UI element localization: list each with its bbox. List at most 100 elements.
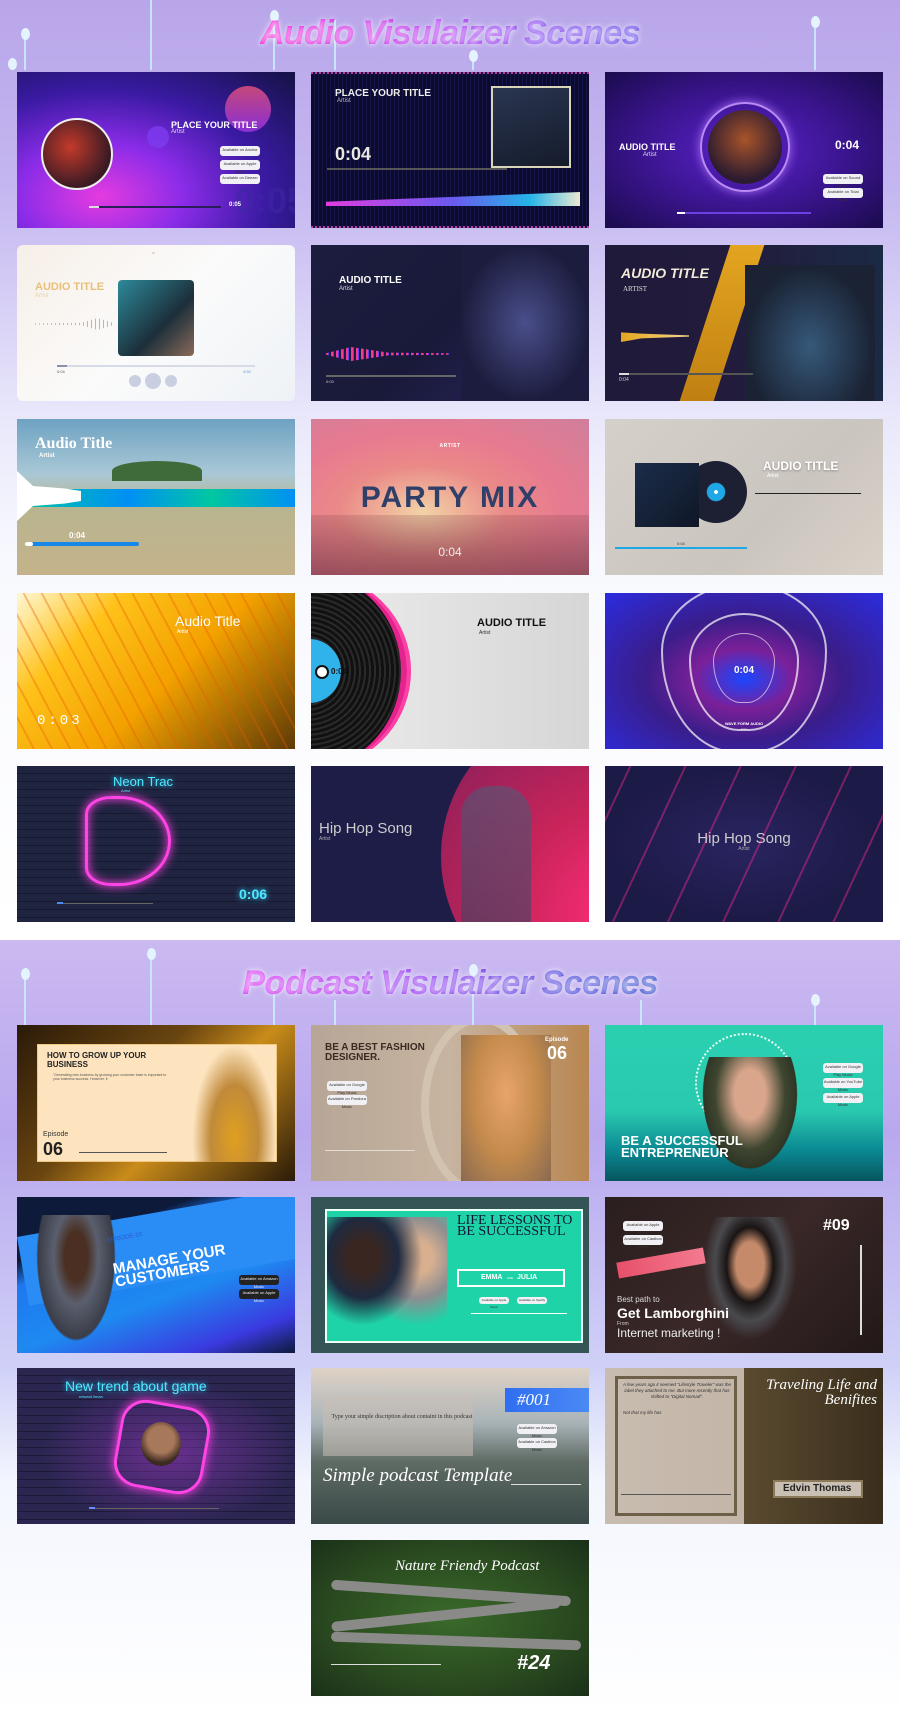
podcast-scene-card-5[interactable]: LIFE LESSONS TO BE SUCCESSFUL EMMA AND J…: [311, 1197, 589, 1353]
scene-host: edward liman: [79, 1394, 103, 1399]
audio-scene-card-12[interactable]: 0:04 WAVE FORM AUDIO Artist: [605, 593, 883, 749]
waveform-line: [511, 1484, 581, 1485]
available-on-amazon-music-badge[interactable]: Available on Amazon Music: [517, 1424, 557, 1438]
episode-number: 06: [43, 1139, 64, 1159]
chevron-down-icon[interactable]: ⌄: [150, 247, 157, 256]
audio-scene-card-10[interactable]: Audio Title Artist 0:03: [17, 593, 295, 749]
episode-number: #24: [517, 1652, 551, 1674]
scene-artist: Artist: [738, 846, 750, 852]
singer-photo: [745, 265, 875, 401]
waveform-line: [331, 1664, 441, 1665]
hosts-photo: [327, 1217, 447, 1353]
audio-scene-card-15[interactable]: Hip Hop Song Artist: [605, 766, 883, 922]
waveform-line: [755, 493, 861, 494]
podcast-scene-card-7[interactable]: New trend about game edward liman: [17, 1368, 295, 1524]
rewind-button[interactable]: [129, 375, 141, 387]
scene-title: Simple podcast Template: [323, 1465, 513, 1486]
scene-title: BE A BEST FASHION DESIGNER.: [325, 1042, 425, 1063]
progress-bar: [677, 212, 811, 214]
progress-bar: [327, 168, 507, 170]
scene-artist: Artist: [479, 630, 491, 636]
scene-description-continued: Not that my life has: [623, 1410, 662, 1415]
available-on-anchor-badge[interactable]: Available on Anchor: [220, 146, 260, 156]
pink-stripe: [616, 1247, 706, 1279]
host-photo: [141, 1422, 181, 1466]
available-on-apple-music-badge[interactable]: Available on Apple Music: [479, 1297, 509, 1309]
audio-scene-card-8[interactable]: ARTIST PARTY MIX 0:04: [311, 419, 589, 575]
pause-button[interactable]: [145, 373, 161, 389]
podcast-scene-card-1[interactable]: HOW TO GROW UP YOUR BUSINESS "Generating…: [17, 1025, 295, 1181]
podcast-scene-card-10[interactable]: Nature Friendy Podcast #24: [311, 1540, 589, 1696]
podcast-scene-card-6[interactable]: Available on Apple Music Available on Ca…: [605, 1197, 883, 1353]
available-on-castbox-badge[interactable]: Available on Castbox Music: [623, 1235, 663, 1249]
podcast-visualizer-section: Podcast Visulaizer Scenes HOW TO GROW UP…: [0, 940, 900, 1714]
audio-scene-card-1[interactable]: 0:05 PLACE YOUR TITLE Artist Available o…: [17, 72, 295, 228]
waveform: [326, 347, 451, 361]
scene-title: AUDIO TITLE: [619, 142, 676, 152]
scene-time: 0:04: [677, 541, 685, 546]
scene-title: AUDIO TITLE: [339, 275, 402, 286]
audio-scene-card-2[interactable]: PLACE YOUR TITLE Artist 0:04: [311, 72, 589, 228]
scene-artist: Artist: [121, 788, 131, 793]
audio-scene-card-3[interactable]: AUDIO TITLE Artist 0:04 Available on Sou…: [605, 72, 883, 228]
podcast-scene-card-9[interactable]: A few years ago it seemed "Lifestyle Tra…: [605, 1368, 883, 1524]
scene-title: LIFE LESSONS TO BE SUCCESSFUL: [457, 1213, 573, 1239]
decorative-circle: [147, 126, 169, 148]
available-on-apple-music-badge[interactable]: Available on Apple Music: [823, 1093, 863, 1107]
artist-photo: [491, 86, 571, 168]
scene-title: AUDIO TITLE: [621, 265, 709, 281]
fast-forward-button[interactable]: [165, 375, 177, 387]
singer-photo: [461, 786, 531, 922]
audio-scene-card-13[interactable]: Neon Trac Artist 0:06: [17, 766, 295, 922]
artist-photo-circle: [41, 118, 113, 190]
scene-title: Nature Friendy Podcast: [395, 1558, 540, 1574]
scene-title: Hip Hop Song: [319, 820, 413, 837]
scene-subtitle-topic: Internet marketing !: [617, 1326, 721, 1340]
audio-scene-card-5[interactable]: AUDIO TITLE Artist 0:03: [311, 245, 589, 401]
progress-bar-fill: [57, 902, 63, 904]
scene-time: 0:05: [229, 202, 242, 208]
available-on-apple-music-badge[interactable]: Available on Apple Music: [220, 160, 260, 174]
available-on-apple-music-badge[interactable]: Available on Apple Music: [623, 1221, 663, 1235]
scene-time: 0:04: [331, 667, 348, 676]
progress-bar-fill: [57, 365, 67, 367]
audio-scene-card-4[interactable]: ⌄ AUDIO TITLE Artist 0:04 4:52: [17, 245, 295, 401]
scene-artist: Artist: [643, 152, 657, 158]
available-on-youtube-music-badge[interactable]: Available on YouTube Music: [823, 1078, 863, 1092]
island: [112, 461, 202, 481]
scene-time: 0:04: [619, 377, 629, 383]
available-on-deezer-badge[interactable]: Available on Deezer: [220, 174, 260, 184]
scene-time: 0:06: [239, 886, 268, 902]
available-on-soundcloud-badge[interactable]: Available on Sound Cloud: [823, 174, 863, 188]
scene-artist: Artist: [177, 629, 189, 635]
waveform: [35, 318, 113, 330]
audio-scene-card-14[interactable]: Hip Hop Song Artist: [311, 766, 589, 922]
scene-title: WAVE FORM AUDIO: [724, 721, 764, 726]
available-on-pandora-badge[interactable]: Available on Pandora Music: [327, 1095, 367, 1109]
audio-scene-card-9[interactable]: AUDIO TITLE Artist 0:04: [605, 419, 883, 575]
available-on-google-play-badge[interactable]: Available on Google Play Music: [823, 1063, 863, 1077]
artist-photo-circle: [708, 110, 782, 184]
audio-scene-card-11[interactable]: 0:04 AUDIO TITLE Artist: [311, 593, 589, 749]
scene-subtitle: Best path to: [617, 1295, 660, 1304]
podcast-scene-card-8[interactable]: Type your simple discription about conta…: [311, 1368, 589, 1524]
progress-bar: [89, 1508, 219, 1509]
progress-bar: [57, 365, 255, 367]
audio-scene-card-6[interactable]: AUDIO TITLE ARTIST 0:04: [605, 245, 883, 401]
scene-artist: Artist: [171, 129, 185, 135]
vinyl-hole: [315, 665, 329, 679]
scene-time: 0:04: [438, 545, 462, 559]
available-on-spotify-badge[interactable]: Available on Spotify: [517, 1297, 547, 1304]
waveform-line: [471, 1313, 567, 1314]
podcast-scene-card-4[interactable]: EPISODE-10 MANAGE YOUR CUSTOMERS Availab…: [17, 1197, 295, 1353]
podcast-scene-card-2[interactable]: BE A BEST FASHION DESIGNER. Available on…: [311, 1025, 589, 1181]
audio-scene-card-7[interactable]: Audio Title Artist 0:04: [17, 419, 295, 575]
available-on-google-play-badge[interactable]: Available on Google Play Music: [327, 1081, 367, 1095]
available-on-amazon-music-badge[interactable]: Available on Amazon Music: [239, 1275, 279, 1289]
available-on-apple-music-badge[interactable]: Available on Apple Music: [239, 1289, 279, 1303]
available-on-tidal-badge[interactable]: Available on Tidal Music: [823, 188, 863, 202]
available-on-castbox-badge[interactable]: Available on Castbox Music: [517, 1438, 557, 1452]
scene-title: Audio Title: [35, 435, 113, 452]
scene-title: PARTY MIX: [360, 481, 540, 514]
podcast-scene-card-3[interactable]: BE A SUCCESSFUL ENTREPRENEUR Available o…: [605, 1025, 883, 1181]
